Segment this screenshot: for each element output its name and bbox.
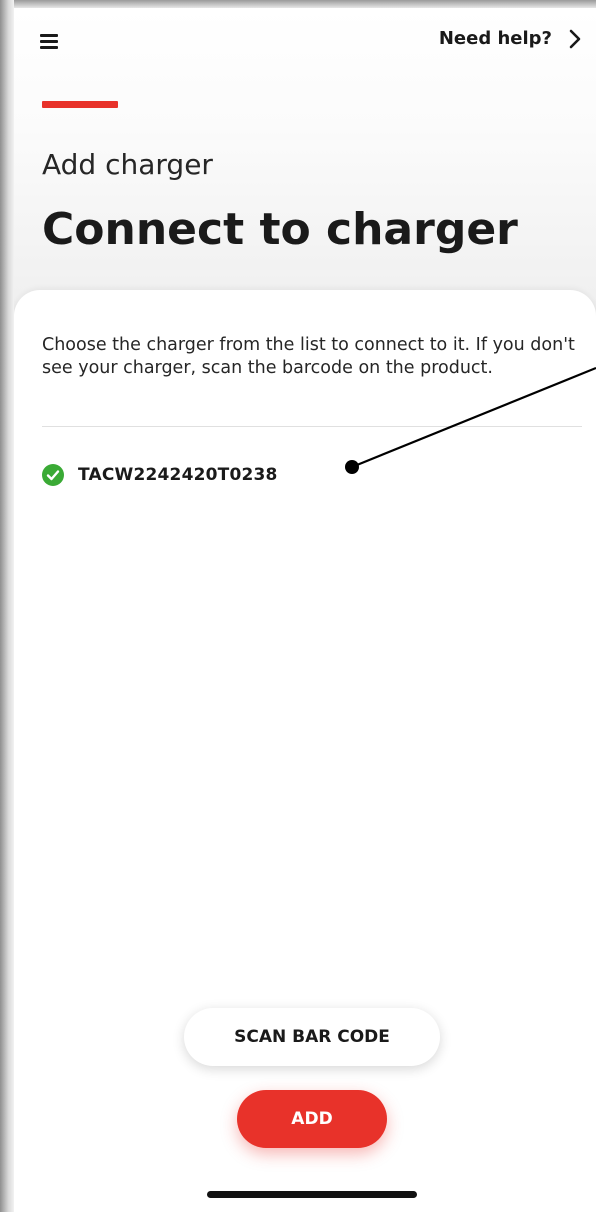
need-help-link[interactable]: Need help?: [439, 28, 582, 49]
chevron-right-icon: [569, 29, 581, 48]
scan-bar-code-button[interactable]: SCAN BAR CODE: [184, 1008, 440, 1066]
frame-shadow-top: [0, 0, 596, 8]
app-screen: Need help? Add charger Connect to charge…: [14, 8, 596, 1212]
page-title: Connect to charger: [42, 204, 518, 255]
charger-list-card: Choose the charger from the list to conn…: [14, 290, 596, 1212]
divider: [42, 426, 582, 427]
hamburger-menu-icon[interactable]: [40, 34, 60, 50]
screenshot-frame: Need help? Add charger Connect to charge…: [0, 0, 596, 1212]
charger-list-item[interactable]: TACW2242420T0238: [42, 464, 278, 486]
charger-id-label: TACW2242420T0238: [78, 465, 278, 485]
need-help-label: Need help?: [438, 28, 552, 49]
instructions-text: Choose the charger from the list to conn…: [42, 335, 575, 378]
home-indicator[interactable]: [207, 1191, 417, 1198]
frame-shadow-left: [0, 0, 14, 1212]
check-circle-icon: [42, 464, 64, 486]
accent-bar: [42, 101, 118, 108]
add-button[interactable]: ADD: [237, 1090, 387, 1148]
page-subtitle: Add charger: [42, 148, 213, 181]
